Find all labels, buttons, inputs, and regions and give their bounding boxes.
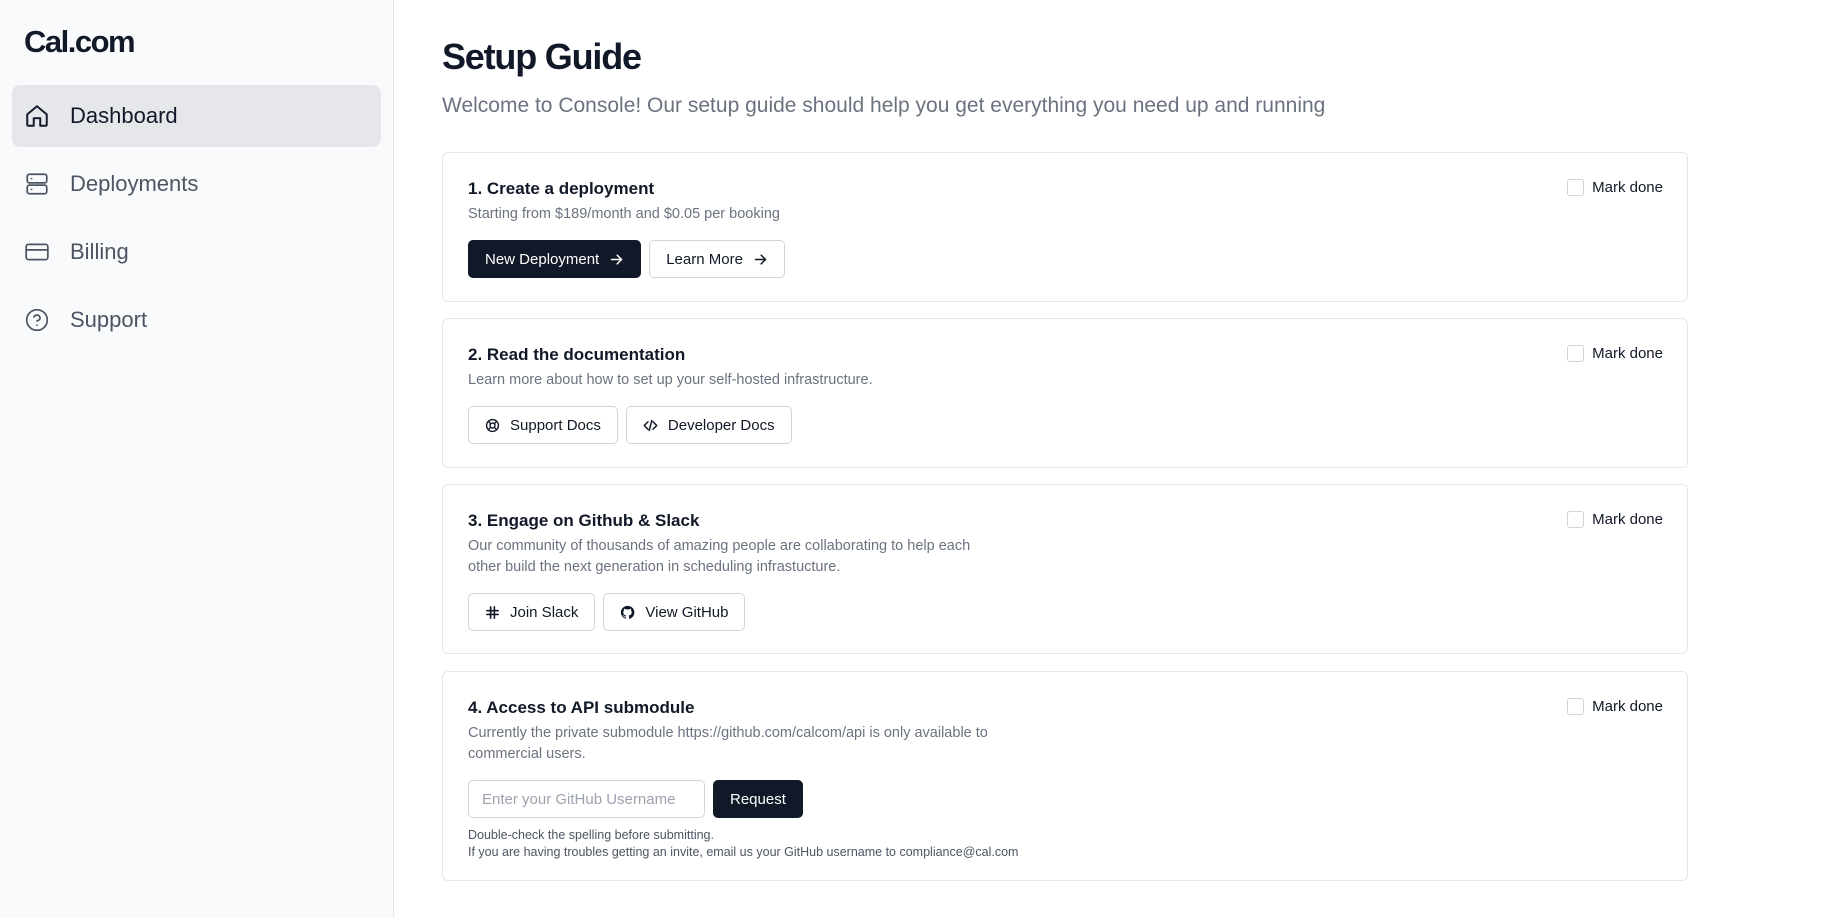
life-buoy-icon [485, 418, 500, 433]
server-icon [24, 171, 50, 197]
card-title: 1. Create a deployment [468, 179, 655, 198]
sidebar-item-label: Billing [70, 239, 129, 264]
learn-more-button[interactable]: Learn More [649, 240, 785, 278]
home-icon [24, 103, 50, 129]
hint-spelling: Double-check the spelling before submitt… [468, 828, 714, 842]
card-title: 3. Engage on Github & Slack [468, 511, 700, 530]
page-subtitle: Welcome to Console! Our setup guide shou… [442, 94, 1326, 117]
page-title: Setup Guide [442, 36, 642, 77]
sidebar-item-label: Deployments [70, 171, 199, 196]
sidebar-item-support[interactable]: Support [12, 289, 381, 351]
button-label: New Deployment [485, 250, 600, 268]
setup-card-documentation: 2. Read the documentation Learn more abo… [442, 318, 1688, 468]
sidebar: Cal.com Dashboard Deployments Billing Su… [0, 0, 394, 918]
sidebar-item-label: Dashboard [70, 103, 178, 128]
button-row: Join Slack View GitHub [468, 593, 1662, 631]
card-title: 2. Read the documentation [468, 345, 686, 364]
sidebar-item-deployments[interactable]: Deployments [12, 153, 381, 215]
setup-card-create-deployment: 1. Create a deployment Starting from $18… [442, 152, 1688, 302]
join-slack-button[interactable]: Join Slack [468, 593, 596, 631]
card-description: Starting from $189/month and $0.05 per b… [468, 206, 780, 222]
mark-done-checkbox[interactable]: Mark done [1567, 511, 1663, 528]
support-docs-button[interactable]: Support Docs [468, 406, 618, 444]
setup-card-github-slack: 3. Engage on Github & Slack Our communit… [442, 484, 1688, 654]
logo[interactable]: Cal.com [24, 24, 136, 60]
card-description: Learn more about how to set up your self… [468, 372, 873, 388]
sidebar-item-label: Support [70, 307, 148, 332]
button-label: Join Slack [510, 603, 579, 621]
mark-done-checkbox[interactable]: Mark done [1567, 179, 1663, 196]
new-deployment-button[interactable]: New Deployment [468, 240, 642, 278]
checkbox-box[interactable] [1567, 698, 1585, 715]
mark-done-label: Mark done [1592, 179, 1663, 196]
slack-icon [485, 605, 500, 620]
arrow-right-icon [753, 252, 768, 267]
sidebar-item-dashboard[interactable]: Dashboard [12, 85, 381, 147]
request-button[interactable]: Request [713, 780, 803, 818]
card-title: 4. Access to API submodule [468, 698, 695, 717]
view-github-button[interactable]: View GitHub [603, 593, 746, 631]
checkbox-box[interactable] [1567, 179, 1585, 196]
mark-done-label: Mark done [1592, 698, 1663, 715]
arrow-right-icon [609, 252, 624, 267]
setup-card-api-submodule: 4. Access to API submodule Currently the… [442, 671, 1688, 881]
developer-docs-button[interactable]: Developer Docs [625, 406, 792, 444]
mark-done-checkbox[interactable]: Mark done [1567, 698, 1663, 715]
credit-card-icon [24, 239, 50, 265]
button-row: Support Docs Developer Docs [468, 406, 1662, 444]
checkbox-box[interactable] [1567, 511, 1585, 528]
button-row: New Deployment Learn More [468, 240, 1662, 278]
sidebar-item-billing[interactable]: Billing [12, 221, 381, 283]
card-description: Currently the private submodule https://… [468, 725, 988, 762]
help-circle-icon [24, 307, 50, 333]
checkbox-box[interactable] [1567, 345, 1585, 362]
button-label: Support Docs [510, 416, 601, 434]
code-icon [643, 418, 658, 433]
github-username-input[interactable] [468, 780, 705, 818]
card-description: Our community of thousands of amazing pe… [468, 538, 971, 575]
hint-email: If you are having troubles getting an in… [468, 845, 1019, 859]
button-label: View GitHub [645, 603, 729, 621]
mark-done-label: Mark done [1592, 345, 1663, 362]
request-form: Request [468, 780, 1662, 818]
button-label: Developer Docs [667, 416, 775, 434]
github-icon [620, 605, 635, 620]
mark-done-checkbox[interactable]: Mark done [1567, 345, 1663, 362]
mark-done-label: Mark done [1592, 511, 1663, 528]
sidebar-nav: Dashboard Deployments Billing Support [12, 85, 381, 357]
button-label: Learn More [666, 250, 743, 268]
